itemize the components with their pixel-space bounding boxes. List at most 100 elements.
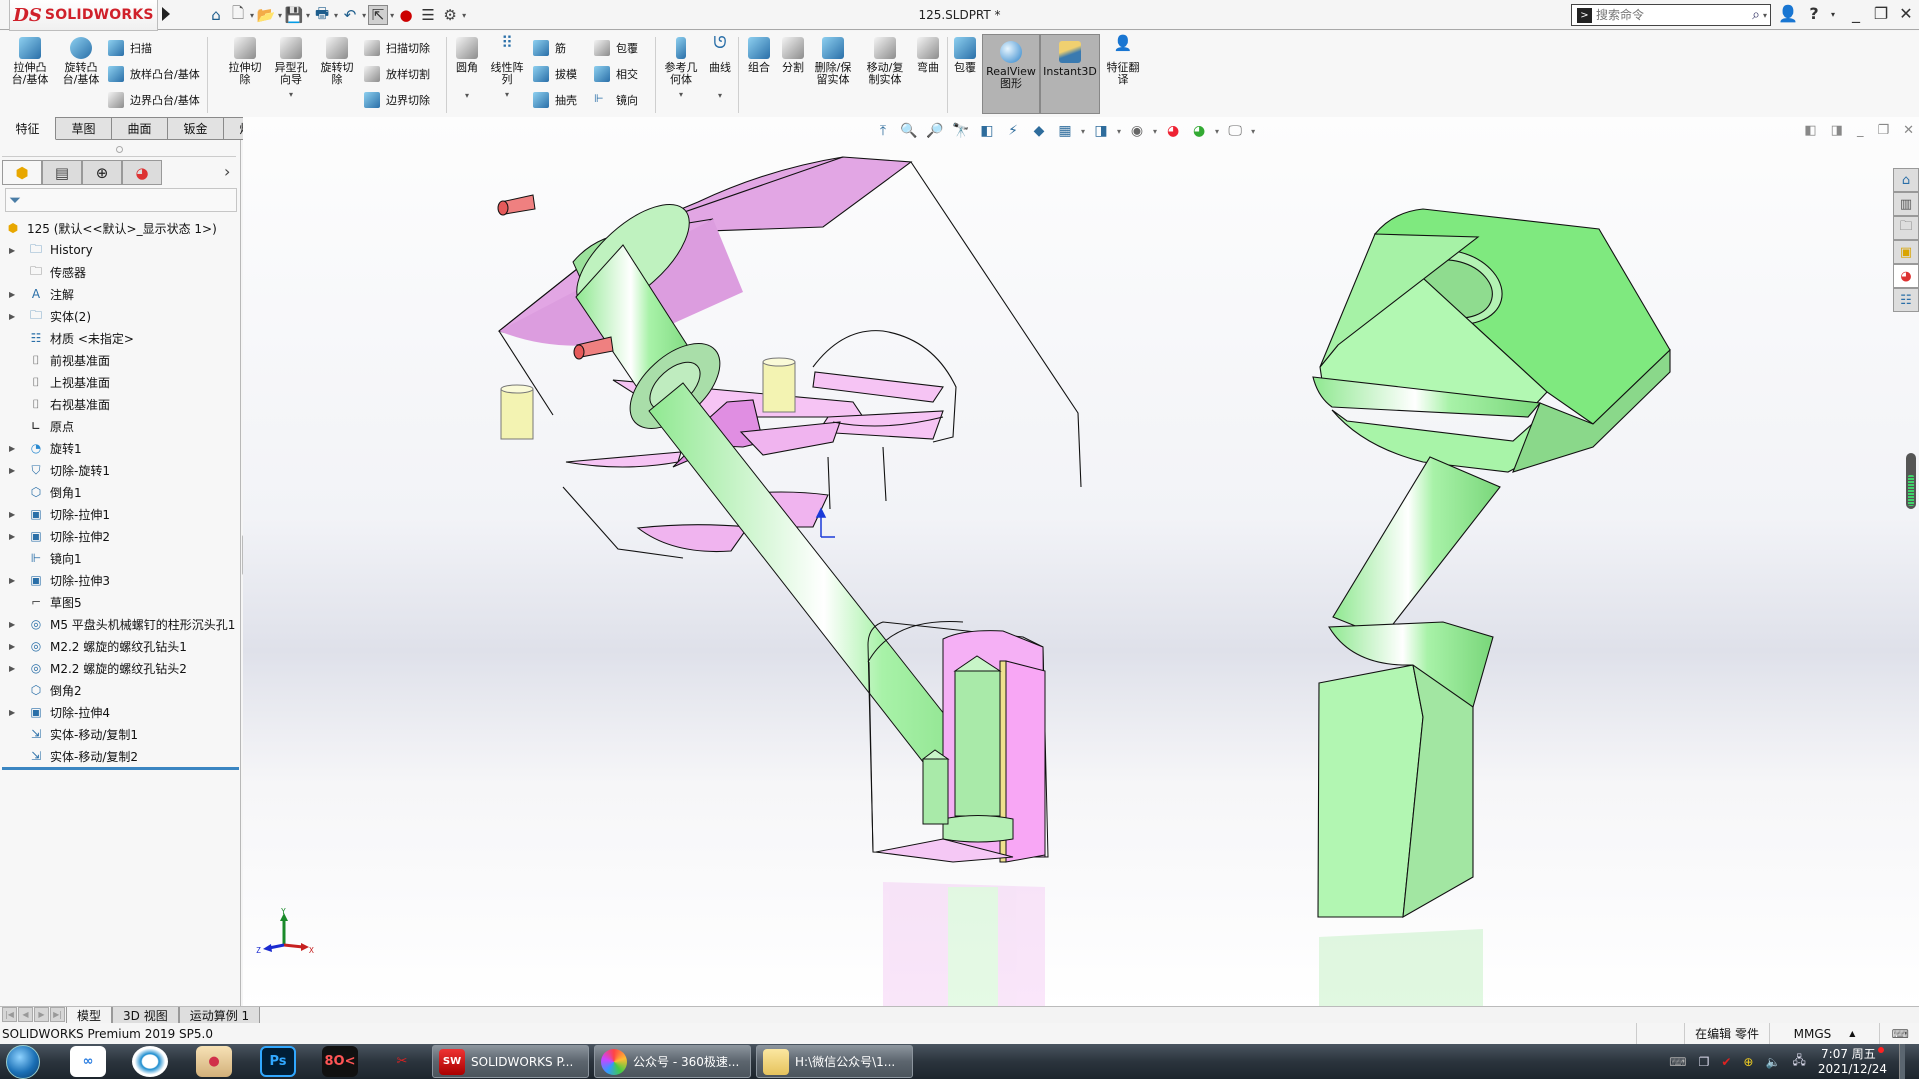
first-tab-icon[interactable]: |◀ xyxy=(2,1007,17,1022)
expand-arrow-icon[interactable]: ▶ xyxy=(9,532,19,541)
sweep-button[interactable]: 扫描 xyxy=(108,40,152,56)
feature-manager-tab[interactable]: ⬢ xyxy=(2,160,42,185)
tree-item[interactable]: ⌷ 上视基准面 xyxy=(0,371,241,393)
hole-wizard-button[interactable]: 异型孔 向导 ▾ xyxy=(268,37,314,101)
display-style-icon[interactable]: ▦ xyxy=(1055,121,1075,141)
graphics-area[interactable]: ⤒ 🔍 🔎 🔭 ◧ ⚡ ◆ ▦ ▾ ◨ ▾ ◉ ▾ ◕ ◕ ▾ 🖵 ▾ ◧ ◨ _ ❐ ✕… xyxy=(243,117,1919,1007)
tile-right-icon[interactable]: ◨ xyxy=(1831,123,1843,138)
view-orientation-arrow-icon[interactable]: ⤒ xyxy=(873,121,893,141)
move-copy-body-button[interactable]: 移动/复 制实体 xyxy=(864,37,906,86)
tree-item[interactable]: ⌷ 前视基准面 xyxy=(0,349,241,371)
realview-button[interactable]: RealView 图形 xyxy=(982,34,1040,114)
edit-appearance-icon[interactable]: ◕ xyxy=(1163,121,1183,141)
close-view-icon[interactable]: ✕ xyxy=(1903,123,1914,138)
revolve-boss-button[interactable]: 旋转凸 台/基体 xyxy=(58,37,104,86)
expand-arrow-icon[interactable]: ▶ xyxy=(9,246,19,255)
panel-collapse-handle[interactable] xyxy=(116,146,123,153)
previous-view-icon[interactable]: 🔭 xyxy=(951,121,971,141)
close-icon[interactable]: ✕ xyxy=(1895,4,1917,23)
expand-arrow-icon[interactable]: ▶ xyxy=(9,576,19,585)
view-orientation-cube-icon[interactable]: ◆ xyxy=(1029,121,1049,141)
chevron-down-icon[interactable]: ▾ xyxy=(1215,127,1219,136)
tree-item[interactable]: ▶ ⛉ 切除-旋转1 xyxy=(0,459,241,481)
taskbar-task-solidworks[interactable]: SW SOLIDWORKS P... xyxy=(432,1045,589,1078)
tree-item[interactable]: ▶ ◎ M2.2 螺旋的螺纹孔钻头1 xyxy=(0,635,241,657)
flex-button[interactable]: 弯曲 xyxy=(914,37,942,74)
apply-scene-icon[interactable]: ◕ xyxy=(1189,121,1209,141)
tree-item[interactable]: ▶ 🗀 实体(2) xyxy=(0,305,241,327)
rib-button[interactable]: 筋 xyxy=(533,40,566,56)
baidu-netdisk-icon[interactable]: ∞ xyxy=(70,1046,106,1077)
shell-button[interactable]: 抽壳 xyxy=(533,92,577,108)
expand-arrow-icon[interactable]: ▶ xyxy=(9,510,19,519)
chevron-down-icon[interactable]: ▾ xyxy=(1251,127,1255,136)
display-manager-tab[interactable]: ◕ xyxy=(122,160,162,185)
linear-pattern-button[interactable]: ⠿ 线性阵 列 ▾ xyxy=(487,35,527,101)
tree-item[interactable]: ∟ 原点 xyxy=(0,415,241,437)
draft-button[interactable]: 拔模 xyxy=(533,66,577,82)
hide-show-items-icon[interactable]: ◨ xyxy=(1091,121,1111,141)
chevron-down-icon[interactable]: ▾ xyxy=(1153,127,1157,136)
tree-item[interactable]: 🗀 传感器 xyxy=(0,261,241,283)
wrap-big-button[interactable]: 包覆 xyxy=(951,37,979,74)
expand-arrow-icon[interactable]: ▶ xyxy=(9,466,19,475)
search-command-box[interactable]: > ⌕ ▾ xyxy=(1571,4,1771,26)
start-button[interactable] xyxy=(6,1045,40,1079)
transparent-housing-body[interactable] xyxy=(497,156,1082,559)
tree-item[interactable]: ▶ ◎ M2.2 螺旋的螺纹孔钻头2 xyxy=(0,657,241,679)
solidworks-resources-tab[interactable]: ⌂ xyxy=(1893,168,1919,192)
mirror-button[interactable]: ⊩ 镜向 xyxy=(594,92,638,108)
expand-arrow-icon[interactable]: ▶ xyxy=(9,290,19,299)
expand-arrow-icon[interactable]: ▶ xyxy=(9,620,19,629)
keyshot-icon[interactable] xyxy=(132,1046,168,1077)
minimize-view-icon[interactable]: _ xyxy=(1857,123,1864,138)
tree-filter-box[interactable]: ⏷ xyxy=(5,188,237,212)
help-dropdown-icon[interactable]: ▾ xyxy=(1822,10,1844,19)
tree-item[interactable]: ⬡ 倒角2 xyxy=(0,679,241,701)
tile-left-icon[interactable]: ◧ xyxy=(1804,123,1816,138)
last-tab-icon[interactable]: ▶| xyxy=(50,1007,65,1022)
view-palette-tab[interactable]: ▣ xyxy=(1893,240,1919,264)
boundary-boss-button[interactable]: 边界凸台/基体 xyxy=(108,92,200,108)
custom-properties-tab[interactable]: ☷ xyxy=(1893,288,1919,312)
expand-arrow-icon[interactable]: ▶ xyxy=(9,642,19,651)
taskbar-task-explorer[interactable]: H:\微信公众号\1... xyxy=(756,1045,913,1078)
restore-view-icon[interactable]: ❐ xyxy=(1877,123,1889,138)
tree-item[interactable]: ☷ 材质 <未指定> xyxy=(0,327,241,349)
configuration-manager-tab[interactable]: ⊕ xyxy=(82,160,122,185)
chevron-down-icon[interactable]: ▾ xyxy=(1117,127,1121,136)
curves-button[interactable]: ᘎ 曲线 ▾ xyxy=(706,35,734,102)
view-slider[interactable] xyxy=(1906,453,1916,509)
dynamic-annotation-icon[interactable]: ⚡ xyxy=(1003,121,1023,141)
tree-item[interactable]: ▶ 🗀 History xyxy=(0,239,241,261)
delete-keep-body-button[interactable]: 删除/保 留实体 xyxy=(812,37,854,86)
show-desktop-button[interactable] xyxy=(1899,1044,1905,1079)
tab-motion-study-1[interactable]: 运动算例 1 xyxy=(178,1007,261,1024)
green-solid-body[interactable] xyxy=(1312,208,1671,919)
360-security-icon[interactable]: ⊕ xyxy=(1743,1055,1753,1069)
file-explorer-tab[interactable]: 🗀 xyxy=(1893,216,1919,240)
next-tab-icon[interactable]: ▶ xyxy=(34,1007,49,1022)
chevron-down-icon[interactable]: ▾ xyxy=(289,89,293,101)
chevron-down-icon[interactable]: ▾ xyxy=(718,90,722,102)
swept-cut-button[interactable]: 扫描切除 xyxy=(364,40,430,56)
photo-app-icon[interactable]: ● xyxy=(196,1046,232,1077)
show-hidden-icons[interactable]: ❐ xyxy=(1699,1055,1710,1069)
capcut-icon[interactable]: 8O< xyxy=(322,1046,358,1077)
tab-sheet-metal[interactable]: 钣金 xyxy=(168,117,224,140)
tree-root-part[interactable]: ⬢ 125 (默认<<默认>_显示状态 1>) xyxy=(0,217,241,239)
zoom-to-fit-icon[interactable]: 🔍 xyxy=(899,121,919,141)
unit-system-selector[interactable]: MMGS ▲ xyxy=(1769,1023,1879,1044)
search-icon[interactable]: ⌕ xyxy=(1752,7,1760,23)
photoshop-icon[interactable]: Ps xyxy=(260,1046,296,1077)
tree-item[interactable]: ▶ ▣ 切除-拉伸4 xyxy=(0,701,241,723)
prev-tab-icon[interactable]: ◀ xyxy=(18,1007,33,1022)
minimize-icon[interactable]: _ xyxy=(1845,4,1867,23)
3d-model-view[interactable] xyxy=(243,117,1919,1007)
intersect-button[interactable]: 相交 xyxy=(594,66,638,82)
tab-model[interactable]: 模型 xyxy=(66,1007,113,1024)
chevron-down-icon[interactable]: ▾ xyxy=(1081,127,1085,136)
chevron-down-icon[interactable]: ▾ xyxy=(465,90,469,102)
tree-item[interactable]: ▶ ▣ 切除-拉伸1 xyxy=(0,503,241,525)
expand-arrow-icon[interactable]: ▶ xyxy=(9,708,19,717)
